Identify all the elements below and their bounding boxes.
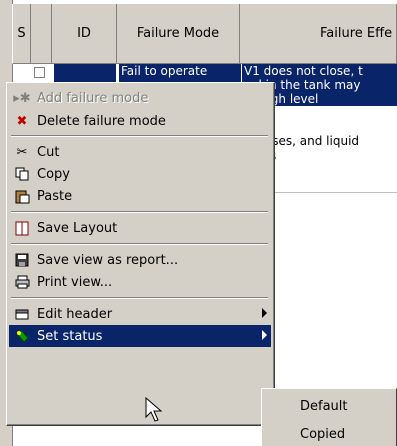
- set-status-submenu: Default Copied: [261, 388, 397, 446]
- layout-icon: [11, 219, 33, 237]
- menu-item-paste[interactable]: Paste: [9, 185, 271, 207]
- status-icon: [11, 327, 33, 345]
- menu-item-add-failure-mode[interactable]: ▸✱ Add failure mode: [9, 87, 271, 109]
- menu-item-delete-failure-mode[interactable]: ✖ Delete failure mode: [9, 110, 271, 132]
- menu-separator: [11, 135, 268, 137]
- header-failure-effect[interactable]: Failure Effe: [240, 4, 397, 64]
- header-spacer: [31, 4, 52, 64]
- menu-separator: [11, 243, 268, 245]
- submenu-arrow-icon: [262, 330, 267, 340]
- menu-item-set-status[interactable]: Set status: [9, 325, 271, 347]
- add-icon: ▸✱: [13, 90, 31, 106]
- floppy-disk-icon: [11, 251, 33, 269]
- context-menu: ▸✱ Add failure mode ✖ Delete failure mod…: [6, 82, 275, 426]
- submenu-arrow-icon: [262, 308, 267, 318]
- printer-icon: [11, 273, 33, 291]
- row2-failure-effect-line2: ops: [255, 149, 397, 163]
- copy-icon: [11, 165, 33, 183]
- paste-icon: [11, 187, 33, 205]
- menu-separator: [11, 211, 268, 213]
- menu-item-edit-header[interactable]: Edit header: [9, 303, 271, 325]
- menu-item-save-layout[interactable]: Save Layout: [9, 217, 271, 239]
- header-failure-mode[interactable]: Failure Mode: [117, 4, 240, 64]
- row2-failure-effect-line1: closes, and liquid: [255, 134, 360, 148]
- header-status[interactable]: S: [12, 4, 31, 64]
- menu-item-print-view[interactable]: Print view...: [9, 271, 271, 293]
- scissors-icon: ✂: [16, 144, 28, 160]
- header-icon: [11, 305, 33, 323]
- status-checkbox[interactable]: [34, 67, 45, 78]
- submenu-item-default[interactable]: Default: [264, 395, 394, 417]
- delete-icon: ✖: [16, 113, 28, 129]
- header-id[interactable]: ID: [52, 4, 117, 64]
- menu-item-save-view-as-report[interactable]: Save view as report...: [9, 249, 271, 271]
- menu-item-copy[interactable]: Copy: [9, 163, 271, 185]
- menu-item-cut[interactable]: ✂ Cut: [9, 141, 271, 163]
- mouse-pointer-icon: [145, 397, 163, 422]
- menu-separator: [11, 297, 268, 299]
- submenu-item-copied[interactable]: Copied: [264, 423, 394, 445]
